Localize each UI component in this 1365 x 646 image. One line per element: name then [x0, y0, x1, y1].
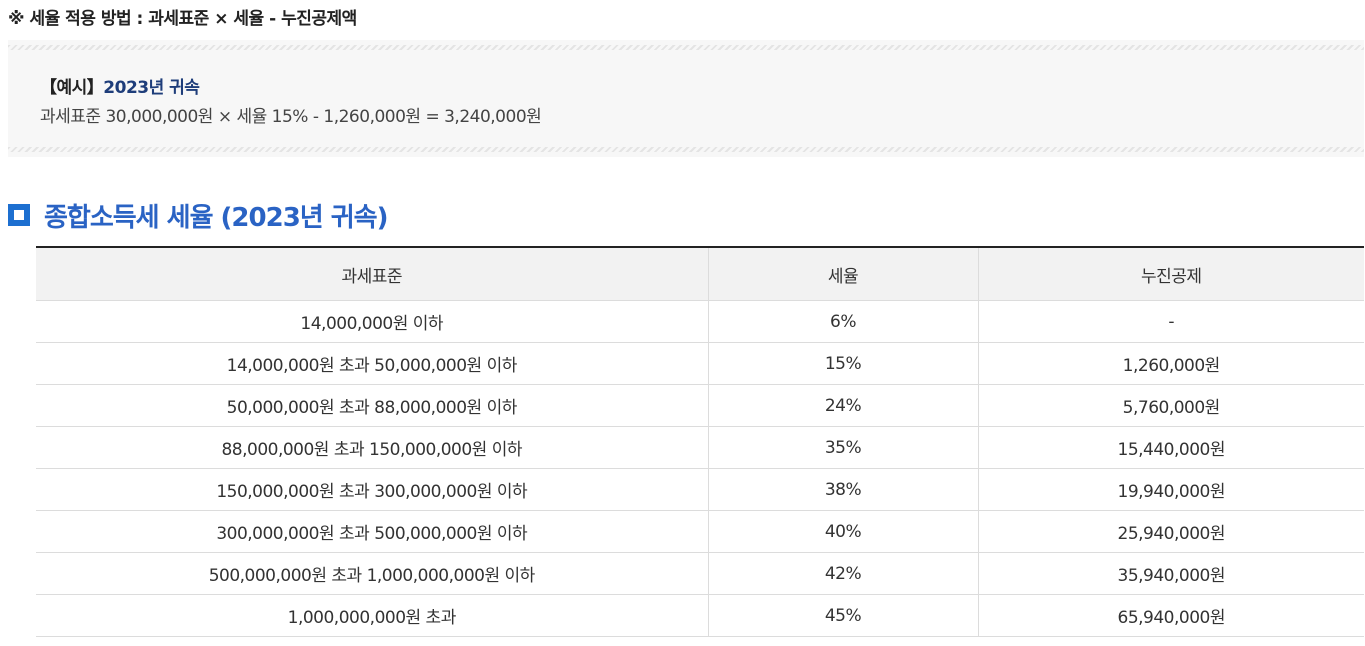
tax-base-cell: 88,000,000원 초과 150,000,000원 이하 — [36, 426, 708, 469]
tax-base-cell: 14,000,000원 이하 — [36, 300, 708, 343]
deduction-cell: 1,260,000원 — [977, 342, 1364, 385]
tax-rate-cell: 38% — [707, 468, 978, 511]
table-row: 14,000,000원 초과 50,000,000원 이하 15% 1,260,… — [36, 342, 1364, 385]
square-bullet-icon — [8, 204, 30, 226]
table-row: 150,000,000원 초과 300,000,000원 이하 38% 19,9… — [36, 468, 1364, 511]
tax-rate-cell: 6% — [707, 300, 978, 343]
table-row: 1,000,000,000원 초과 45% 65,940,000원 — [36, 594, 1364, 637]
example-label: 【예시】 — [40, 78, 104, 98]
table-row: 88,000,000원 초과 150,000,000원 이하 35% 15,44… — [36, 426, 1364, 469]
section-heading: 종합소득세 세율 (2023년 귀속) — [8, 195, 388, 235]
tax-rate-cell: 15% — [707, 342, 978, 385]
header-tax-rate: 세율 — [707, 247, 978, 301]
deduction-cell: 15,440,000원 — [977, 426, 1364, 469]
tax-rate-cell: 40% — [707, 510, 978, 553]
example-formula: 과세표준 30,000,000원 × 세율 15% - 1,260,000원 =… — [40, 107, 542, 127]
tax-rate-cell: 45% — [707, 594, 978, 637]
tax-base-cell: 50,000,000원 초과 88,000,000원 이하 — [36, 384, 708, 427]
table-row: 300,000,000원 초과 500,000,000원 이하 40% 25,9… — [36, 510, 1364, 553]
header-tax-base: 과세표준 — [36, 247, 708, 301]
table-row: 500,000,000원 초과 1,000,000,000원 이하 42% 35… — [36, 552, 1364, 595]
tax-rule-title: ※ 세율 적용 방법 : 과세표준 × 세율 - 누진공제액 — [8, 9, 357, 29]
deduction-cell: 35,940,000원 — [977, 552, 1364, 595]
tax-base-cell: 150,000,000원 초과 300,000,000원 이하 — [36, 468, 708, 511]
deduction-cell: 19,940,000원 — [977, 468, 1364, 511]
tax-base-cell: 1,000,000,000원 초과 — [36, 594, 708, 637]
example-heading: 【예시】2023년 귀속 — [40, 73, 200, 98]
deduction-cell: - — [977, 300, 1364, 343]
example-box: 【예시】2023년 귀속 과세표준 30,000,000원 × 세율 15% -… — [8, 40, 1364, 157]
tax-base-cell: 500,000,000원 초과 1,000,000,000원 이하 — [36, 552, 708, 595]
tax-rate-table: 과세표준 세율 누진공제 14,000,000원 이하 6% - 14,000,… — [36, 246, 1364, 637]
tax-rate-cell: 35% — [707, 426, 978, 469]
tax-rate-cell: 24% — [707, 384, 978, 427]
example-year: 2023년 귀속 — [103, 78, 200, 98]
deduction-cell: 25,940,000원 — [977, 510, 1364, 553]
table-row: 50,000,000원 초과 88,000,000원 이하 24% 5,760,… — [36, 384, 1364, 427]
table-header-row: 과세표준 세율 누진공제 — [36, 247, 1364, 301]
tax-rate-cell: 42% — [707, 552, 978, 595]
deduction-cell: 5,760,000원 — [977, 384, 1364, 427]
deduction-cell: 65,940,000원 — [977, 594, 1364, 637]
table-row: 14,000,000원 이하 6% - — [36, 300, 1364, 343]
tax-base-cell: 300,000,000원 초과 500,000,000원 이하 — [36, 510, 708, 553]
header-progressive-deduction: 누진공제 — [977, 247, 1364, 301]
section-title: 종합소득세 세율 (2023년 귀속) — [44, 202, 388, 233]
tax-base-cell: 14,000,000원 초과 50,000,000원 이하 — [36, 342, 708, 385]
